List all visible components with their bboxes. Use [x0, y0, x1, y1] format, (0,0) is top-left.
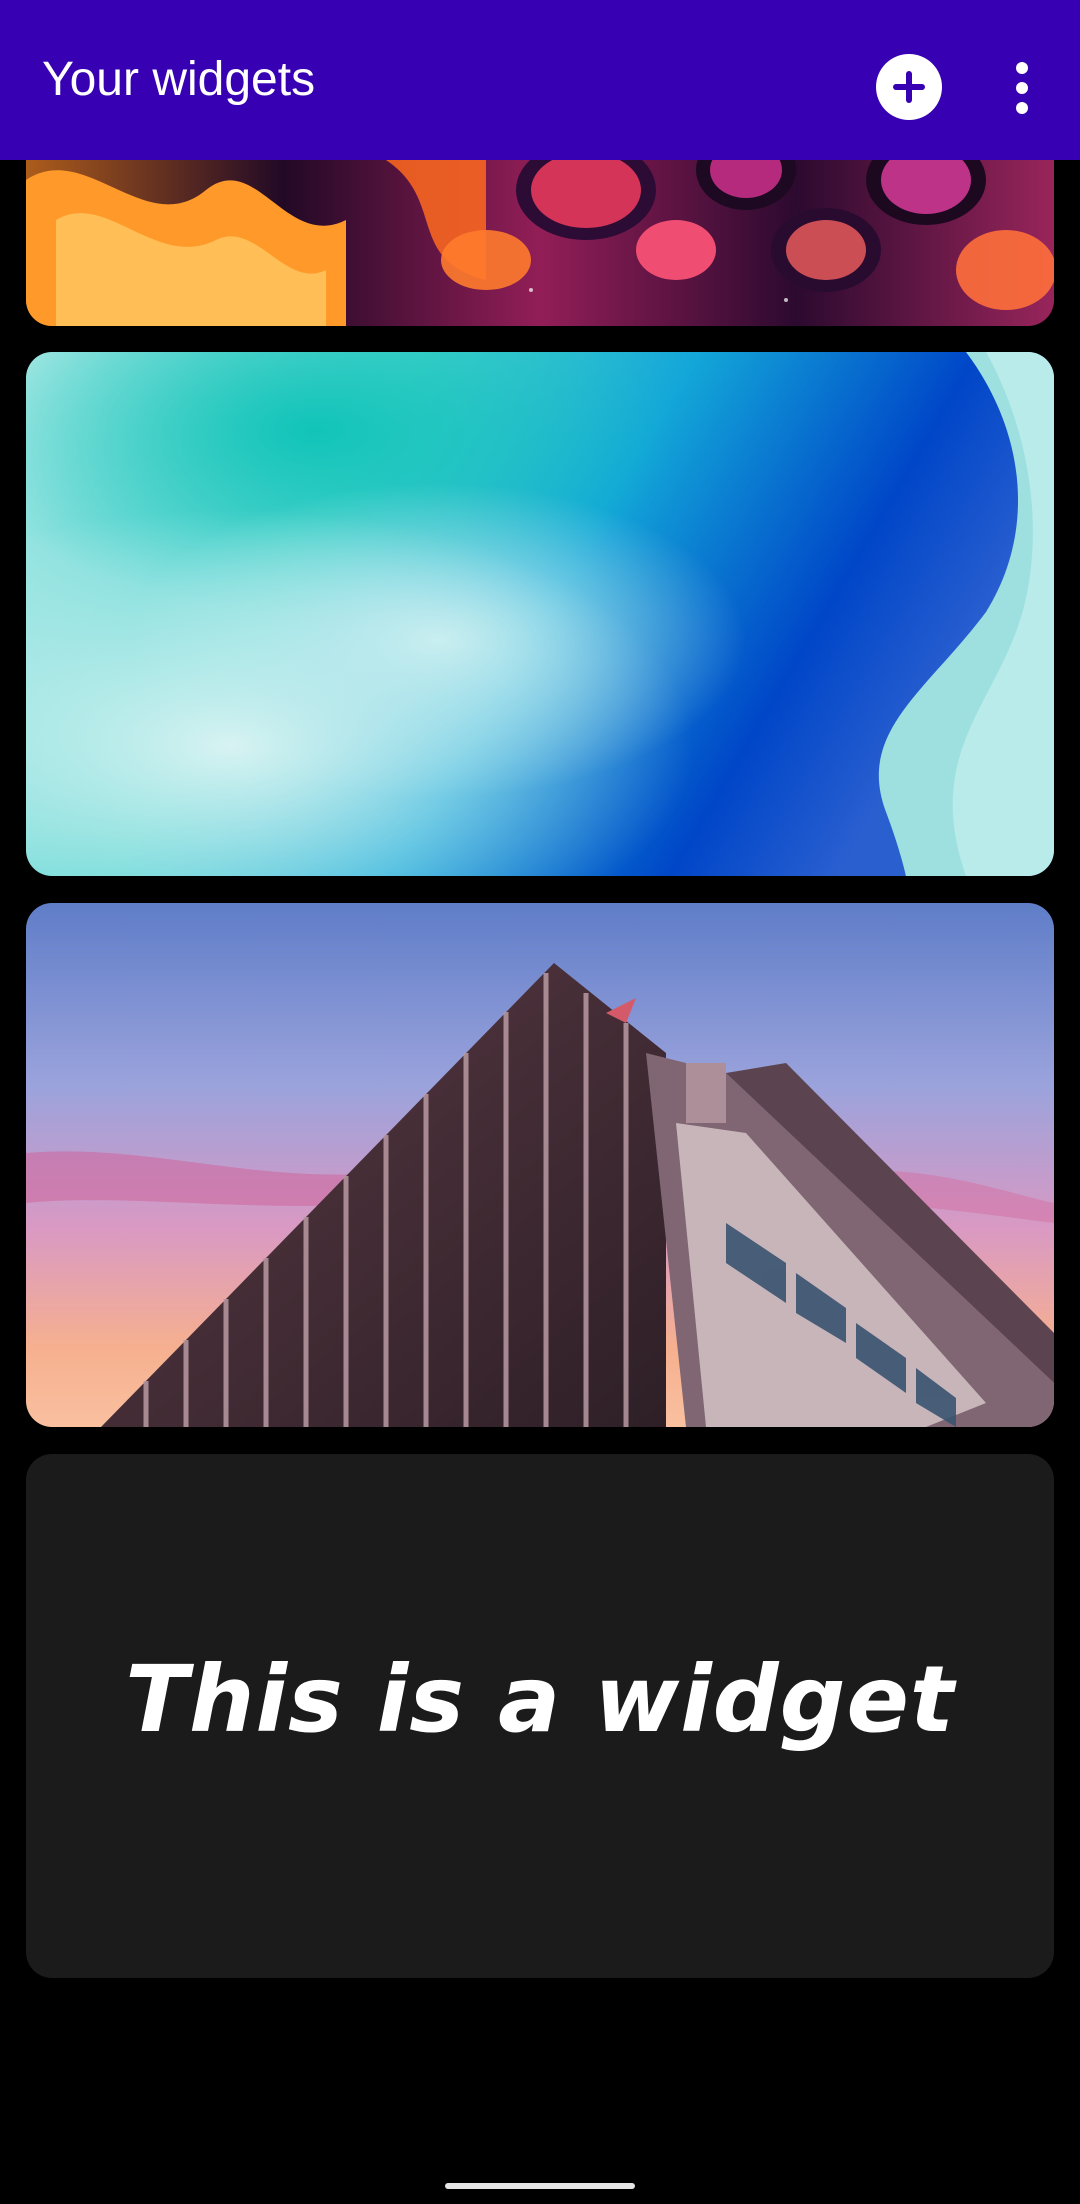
more-options-button[interactable]: [1000, 56, 1044, 120]
widget-card-image[interactable]: [26, 903, 1054, 1427]
gradient-wave-image: [26, 352, 1054, 876]
add-widget-button[interactable]: [876, 54, 942, 120]
widget-card-image[interactable]: [26, 352, 1054, 876]
widget-text: This is a widget: [125, 1646, 955, 1753]
home-indicator[interactable]: [445, 2183, 635, 2189]
more-vert-icon: [1016, 62, 1028, 114]
app-title: Your widgets: [42, 53, 316, 106]
app-bar: Your widgets: [0, 0, 1080, 160]
plus-circle-icon: [893, 71, 925, 103]
building-sunset-image: [26, 903, 1054, 1427]
widget-card-text[interactable]: This is a widget: [26, 1454, 1054, 1978]
